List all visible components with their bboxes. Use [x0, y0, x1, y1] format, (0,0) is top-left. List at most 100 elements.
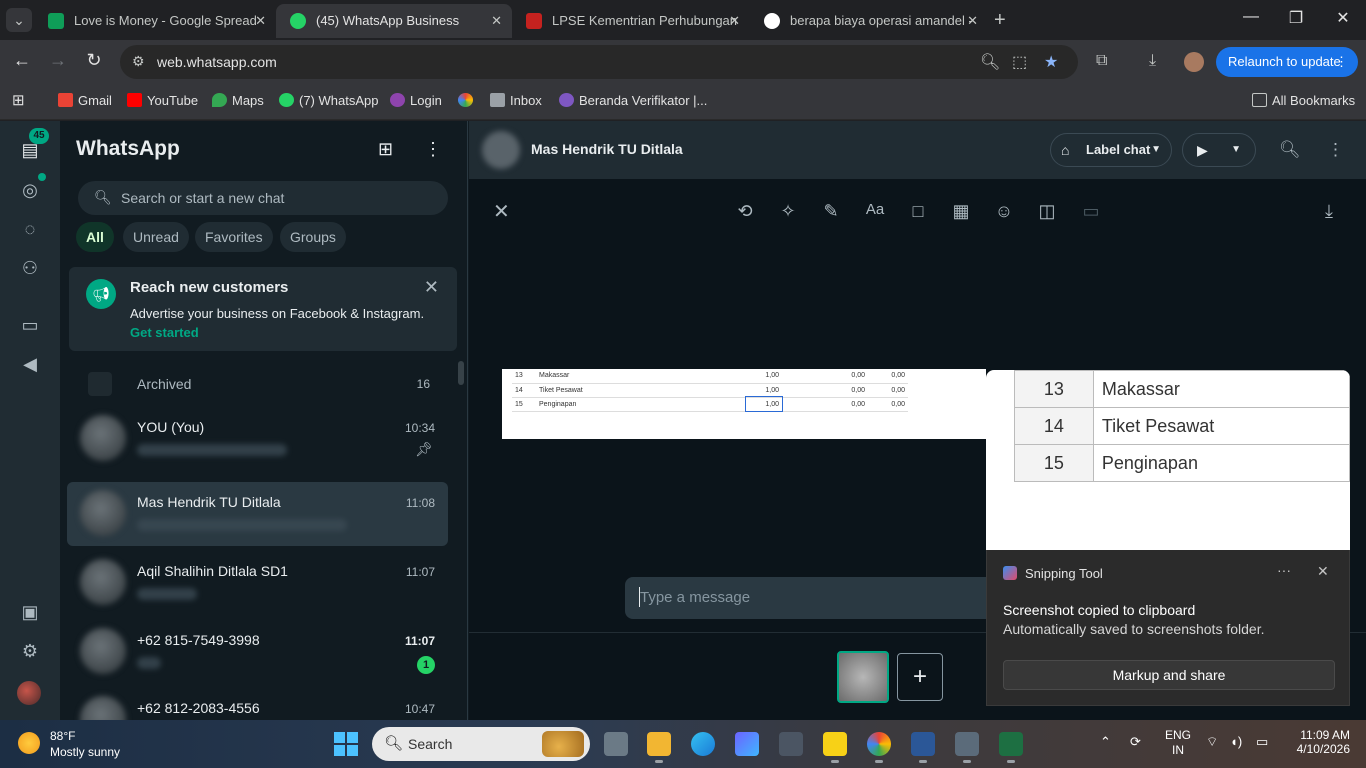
communities-icon[interactable]: ⚇	[18, 256, 42, 280]
restore-button[interactable]: ❐	[1281, 8, 1311, 28]
new-tab-button[interactable]: +	[994, 9, 1006, 32]
pencil-icon[interactable]: ✎	[820, 201, 842, 222]
extensions-icon[interactable]: ⧉	[1096, 52, 1107, 70]
tab-search-button[interactable]: ⌄	[6, 8, 32, 32]
task-view-icon[interactable]	[604, 732, 628, 756]
filter-groups[interactable]: Groups	[280, 222, 346, 252]
snip-preview[interactable]: 13 Makassar 14 Tiket Pesawat 15 Penginap…	[986, 370, 1350, 550]
download-icon[interactable]: ⤓	[1325, 201, 1333, 222]
bookmark-maps[interactable]: Maps	[212, 93, 264, 108]
all-bookmarks[interactable]: All Bookmarks	[1252, 93, 1355, 108]
new-chat-icon[interactable]: ⊞	[378, 139, 393, 160]
tab-google-sheets[interactable]: Love is Money - Google Spread ✕	[34, 4, 276, 38]
close-icon[interactable]: ✕	[493, 199, 510, 224]
profile-avatar[interactable]	[17, 681, 41, 705]
video-call-button[interactable]: ▶ ▼	[1182, 133, 1256, 167]
bookmark-whatsapp[interactable]: (7) WhatsApp	[279, 93, 378, 108]
reload-button[interactable]: ↻	[82, 50, 106, 71]
filter-favorites[interactable]: Favorites	[195, 222, 273, 252]
scrollbar[interactable]	[458, 361, 464, 385]
search-input[interactable]: 🔍︎ Search or start a new chat	[78, 181, 448, 215]
bookmark-inbox[interactable]: Inbox	[490, 93, 542, 108]
media-icon[interactable]: ▣	[18, 600, 42, 624]
chat-row[interactable]: Mas Hendrik TU Ditlala 11:08	[67, 482, 448, 546]
bookmark-youtube[interactable]: YouTube	[127, 93, 198, 108]
filter-unread[interactable]: Unread	[123, 222, 189, 252]
caption-input[interactable]: Type a message	[625, 577, 995, 619]
bookmark-star-icon[interactable]: ★	[1044, 52, 1058, 72]
channels-icon[interactable]: ◌	[18, 217, 42, 241]
contact-avatar[interactable]	[482, 131, 520, 169]
copilot-icon[interactable]	[735, 732, 759, 756]
start-button[interactable]	[334, 732, 358, 756]
close-icon[interactable]: ✕	[1317, 563, 1329, 580]
search-icon[interactable]: 🔍︎	[1279, 140, 1301, 160]
word-icon[interactable]	[911, 732, 935, 763]
catalog-icon[interactable]: ▭	[18, 313, 42, 337]
bookmark-photos[interactable]	[458, 93, 478, 108]
profile-avatar[interactable]	[1184, 52, 1204, 72]
system-clock[interactable]: 11:09 AM 4/10/2026	[1290, 728, 1350, 756]
relaunch-button[interactable]: Relaunch to update ⋮	[1216, 47, 1358, 77]
close-icon[interactable]: ✕	[255, 4, 266, 38]
chat-row[interactable]: Aqil Shalihin Ditlala SD1 11:07	[67, 551, 448, 615]
chat-row[interactable]: YOU (You) 10:34 📌︎	[67, 407, 448, 471]
close-icon[interactable]: ✕	[491, 4, 502, 38]
file-explorer-icon[interactable]	[647, 732, 671, 763]
tab-lpse[interactable]: LPSE Kementrian Perhubungan ✕	[512, 4, 750, 38]
chat-row[interactable]: +62 815-7549-3998 11:07 1	[67, 620, 448, 684]
wifi-icon[interactable]: ⌔	[1206, 734, 1218, 750]
tab-whatsapp[interactable]: (45) WhatsApp Business ✕	[276, 4, 512, 38]
address-bar[interactable]: ⚙ web.whatsapp.com 🔍︎ ⬚ ★	[120, 45, 1078, 79]
close-icon[interactable]: ✕	[424, 277, 439, 298]
menu-icon[interactable]: ⋮	[424, 139, 442, 160]
minimize-button[interactable]: —	[1236, 8, 1266, 26]
site-info-icon[interactable]: ⚙	[132, 53, 145, 70]
shape-icon[interactable]: □	[907, 201, 929, 222]
sticker-icon[interactable]: ◫	[1036, 201, 1058, 222]
taskbar-search[interactable]: 🔍︎ Search	[372, 727, 590, 761]
language-indicator[interactable]: ENG IN	[1160, 728, 1196, 758]
sticky-notes-icon[interactable]	[823, 732, 847, 763]
more-options-icon[interactable]: ···	[1277, 562, 1291, 578]
label-chat-button[interactable]: ⌂ Label chat ▼	[1050, 133, 1172, 167]
battery-icon[interactable]: ▭	[1256, 734, 1268, 750]
markup-and-share-button[interactable]: Markup and share	[1003, 660, 1335, 690]
zoom-icon[interactable]: 🔍︎	[980, 52, 1000, 72]
sync-icon[interactable]: ⟳	[1130, 734, 1141, 750]
archived-row[interactable]: Archived 16	[60, 369, 460, 399]
close-icon[interactable]: ✕	[729, 4, 740, 38]
excel-icon[interactable]	[999, 732, 1023, 763]
blur-grid-icon[interactable]: ▦	[950, 201, 972, 222]
bookmark-gmail[interactable]: Gmail	[58, 93, 112, 108]
emoji-icon[interactable]: ☺	[993, 201, 1015, 222]
install-app-icon[interactable]: ⬚	[1012, 52, 1027, 72]
contact-name[interactable]: Mas Hendrik TU Ditlala	[531, 141, 683, 157]
filter-all[interactable]: All	[76, 222, 114, 252]
camera-icon[interactable]	[779, 732, 803, 756]
media-thumbnail[interactable]	[837, 651, 889, 703]
get-started-link[interactable]: Get started	[130, 325, 199, 340]
status-icon[interactable]: ◎	[18, 178, 42, 202]
edge-icon[interactable]	[691, 732, 715, 756]
bookmark-beranda[interactable]: Beranda Verifikator |...	[559, 93, 707, 108]
bookmark-login[interactable]: Login	[390, 93, 442, 108]
downloads-icon[interactable]: ⤓	[1149, 52, 1156, 70]
advertise-icon[interactable]: ◀	[18, 352, 42, 376]
calculator-icon[interactable]	[955, 732, 979, 763]
show-hidden-icons[interactable]: ⌃	[1100, 734, 1111, 750]
volume-icon[interactable]: ◖)	[1230, 734, 1242, 749]
chrome-icon[interactable]	[867, 732, 891, 763]
tab-google-search[interactable]: berapa biaya operasi amandel - ✕	[750, 4, 988, 38]
close-icon[interactable]: ✕	[967, 4, 978, 38]
apps-icon[interactable]: ⊞	[12, 91, 25, 109]
close-window-button[interactable]: ✕	[1328, 8, 1358, 28]
add-media-button[interactable]: +	[897, 653, 943, 701]
crop-rotate-icon[interactable]: ⟲	[734, 201, 756, 222]
menu-icon[interactable]: ⋮	[1327, 140, 1344, 160]
back-button[interactable]: ←	[10, 50, 34, 71]
text-icon[interactable]: Aa	[864, 201, 886, 218]
forward-button[interactable]: →	[46, 50, 70, 71]
magic-icon[interactable]: ✧	[777, 201, 799, 222]
settings-icon[interactable]: ⚙	[18, 639, 42, 663]
